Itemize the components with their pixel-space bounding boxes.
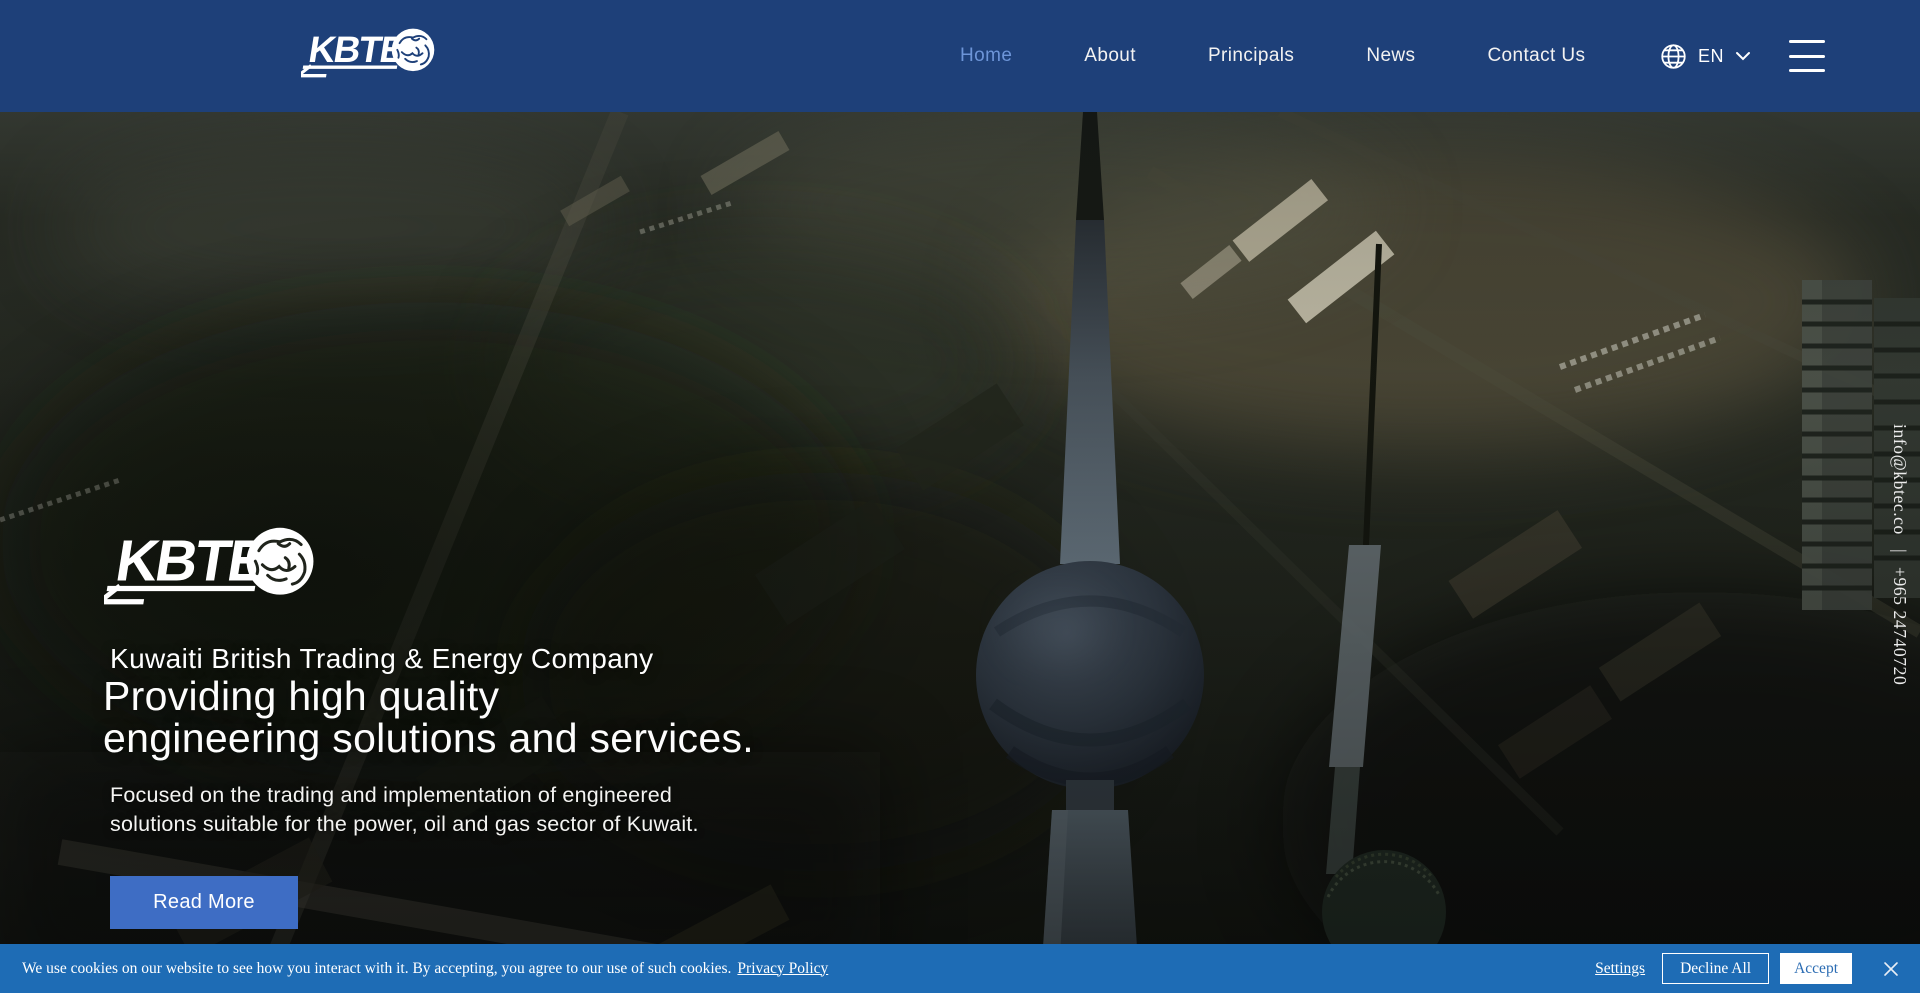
contact-separator: | xyxy=(1889,549,1910,553)
main-nav: Home About Principals News Contact Us xyxy=(960,0,1585,112)
read-more-button[interactable]: Read More xyxy=(110,876,298,929)
top-navbar: KBTEC Home About Principals News Contact… xyxy=(0,0,1920,112)
cookie-actions: Settings Decline All Accept xyxy=(1595,953,1905,984)
cookie-banner: We use cookies on our website to see how… xyxy=(0,944,1920,993)
nav-item-home[interactable]: Home xyxy=(960,45,1012,67)
contact-sidebar: info@kbtec.co | +965 24740720 xyxy=(1889,424,1910,685)
language-label: EN xyxy=(1698,46,1724,67)
hero-tagline: Kuwaiti British Trading & Energy Company xyxy=(110,643,654,675)
nav-item-principals[interactable]: Principals xyxy=(1208,45,1294,67)
chevron-down-icon xyxy=(1735,51,1751,61)
close-cookie-button[interactable] xyxy=(1882,960,1900,978)
kbtec-logo[interactable]: KBTEC xyxy=(301,22,441,80)
hero-heading: Providing high quality engineering solut… xyxy=(103,676,754,760)
contact-phone-link[interactable]: +965 24740720 xyxy=(1889,567,1910,685)
close-icon xyxy=(1882,960,1900,978)
hero-heading-line2: engineering solutions and services. xyxy=(103,718,754,760)
cookie-settings-link[interactable]: Settings xyxy=(1595,960,1645,978)
hero-heading-line1: Providing high quality xyxy=(103,676,754,718)
hero-tiger-emblem xyxy=(247,528,314,595)
nav-item-news[interactable]: News xyxy=(1366,45,1415,67)
hero-content: KBTEC Kuwaiti British Trading & Energy C… xyxy=(0,112,1920,993)
hero-description: Focused on the trading and implementatio… xyxy=(110,781,699,838)
hero-description-line1: Focused on the trading and implementatio… xyxy=(110,781,699,810)
accept-button[interactable]: Accept xyxy=(1780,953,1852,984)
contact-email-link[interactable]: info@kbtec.co xyxy=(1889,424,1910,535)
globe-icon xyxy=(1660,43,1687,70)
cookie-message: We use cookies on our website to see how… xyxy=(22,960,1595,978)
menu-icon[interactable] xyxy=(1789,40,1825,72)
privacy-policy-link[interactable]: Privacy Policy xyxy=(737,960,828,977)
hero-description-line2: solutions suitable for the power, oil an… xyxy=(110,810,699,839)
nav-item-contact-us[interactable]: Contact Us xyxy=(1487,45,1585,67)
cookie-message-text: We use cookies on our website to see how… xyxy=(22,960,731,977)
tiger-emblem xyxy=(392,29,435,72)
decline-all-button[interactable]: Decline All xyxy=(1662,953,1769,984)
hero-kbtec-logo: KBTEC xyxy=(104,515,324,611)
nav-item-about[interactable]: About xyxy=(1084,45,1136,67)
hero-section: KBTEC Kuwaiti British Trading & Energy C… xyxy=(0,112,1920,993)
language-selector[interactable]: EN xyxy=(1660,0,1751,112)
